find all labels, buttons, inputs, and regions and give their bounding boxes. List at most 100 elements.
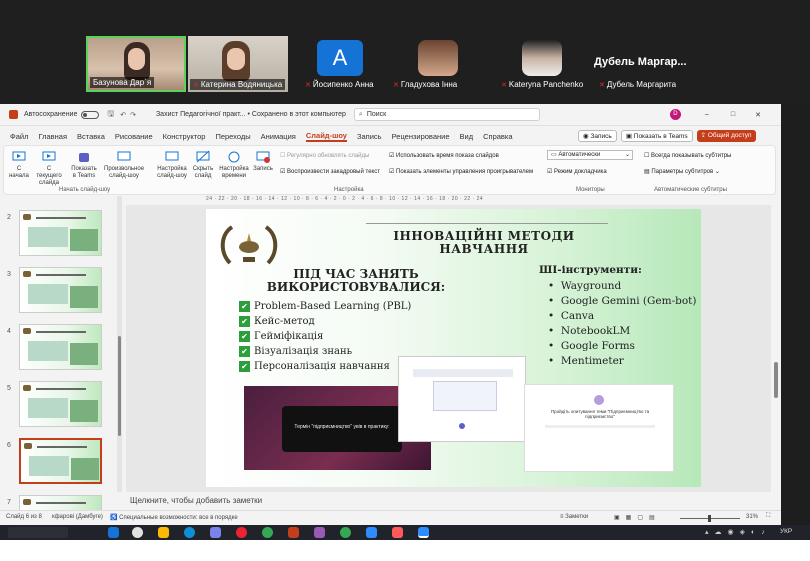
close-icon[interactable]: ✕	[755, 111, 761, 119]
setup-show-button[interactable]: Настройка слайд-шоу	[156, 150, 188, 180]
method-item: ✔ Персоналізація навчання	[239, 359, 411, 374]
hide-slide-button[interactable]: Скрыть слайд	[191, 150, 215, 180]
teams-button[interactable]: ▣ Показать в Teams	[620, 130, 693, 142]
tab-2[interactable]: Вставка	[77, 132, 105, 141]
notes-pane[interactable]: Щелкните, чтобы добавить заметки	[126, 492, 771, 510]
checkbox-timings[interactable]: ☑ Использовать время показа слайдов	[389, 152, 499, 159]
slideshow-start-icon	[12, 151, 26, 161]
scroll-thumb[interactable]	[118, 336, 121, 436]
checkbox-narration[interactable]: ☑ Воспроизвести закадровый текст	[280, 168, 380, 175]
slide-thumbnail[interactable]	[19, 324, 102, 370]
option-label: Параметры субтитров	[651, 169, 714, 175]
participant-tile[interactable]: ✕ Kateryna Panchenko	[496, 36, 592, 92]
widgets-icon[interactable]	[132, 527, 143, 538]
start-icon[interactable]	[108, 527, 119, 538]
zoom-slider-handle[interactable]	[708, 515, 711, 522]
search-box[interactable]: ⌕ Поиск	[353, 108, 540, 121]
method-item: ✔ Гейміфікація	[239, 329, 411, 344]
notes-toggle[interactable]: ≡ Заметки	[560, 514, 588, 520]
zoom-icon[interactable]	[366, 527, 377, 538]
file-explorer-icon[interactable]	[158, 527, 169, 538]
chrome-icon-2[interactable]	[340, 527, 351, 538]
autosave-toggle[interactable]	[81, 110, 100, 119]
option-label: Показать элементы управления проигрывате…	[396, 169, 534, 175]
language-indicator[interactable]: УКР	[780, 528, 792, 535]
custom-show-button[interactable]: Произвольное слайд-шоу	[104, 150, 144, 180]
participant-tile[interactable]: A ✕ Йосипенко Анна	[300, 36, 380, 92]
checkbox-subtitles[interactable]: ☐ Всегда показывать субтитры	[644, 152, 731, 159]
view-buttons[interactable]: ▣▦▢▤	[614, 514, 661, 521]
bullet-icon: •	[548, 340, 561, 352]
accessibility-status[interactable]: ♿ Специальные возможности: все в порядке	[110, 514, 238, 521]
tab-0[interactable]: Файл	[10, 132, 28, 141]
tray-icons[interactable]: ▴☁◉◈◐♪	[705, 528, 771, 536]
method-label: Персоналізація навчання	[254, 361, 390, 372]
checkmark-icon: ✔	[239, 301, 250, 312]
participant-tile[interactable]: ✕ Гладухова Інна	[388, 36, 488, 92]
app-icon[interactable]	[392, 527, 403, 538]
checkbox-presenter-view[interactable]: ☑ Режим докладчика	[547, 168, 607, 175]
zoom-active-icon[interactable]	[418, 527, 429, 538]
undo-icon[interactable]: ↶	[120, 111, 126, 119]
slide-thumbnail[interactable]	[19, 210, 102, 256]
tab-10[interactable]: Вид	[460, 132, 474, 141]
checkbox-media-controls[interactable]: ☑ Показать элементы управления проигрыва…	[389, 168, 533, 175]
ribbon-actions: ◉ Запись ▣ Показать в Teams ⇪ Общий дост…	[578, 130, 756, 142]
document-title[interactable]: Захист Педагогічної практ... • Сохранено…	[156, 111, 346, 118]
from-current-button[interactable]: С текущего слайда	[34, 150, 64, 187]
tab-8[interactable]: Запись	[357, 132, 382, 141]
record-slide-button[interactable]: Запись	[252, 150, 274, 173]
tab-6[interactable]: Анимация	[261, 132, 296, 141]
viber-icon[interactable]	[314, 527, 325, 538]
screenshot-quiz-editor	[398, 356, 526, 442]
participant-tile[interactable]: Дубель Маргар... ✕ Дубель Маргарита	[594, 36, 704, 92]
editor-scrollbar[interactable]	[771, 196, 781, 492]
restore-icon[interactable]: □	[731, 111, 735, 118]
zoom-level[interactable]: 31%	[746, 514, 758, 520]
powerpoint-icon[interactable]	[288, 527, 299, 538]
slide-thumbnail[interactable]	[19, 438, 102, 484]
scroll-thumb[interactable]	[774, 362, 778, 398]
monitor-select[interactable]: ▭ Автоматически ⌄	[547, 150, 633, 160]
subtitle-settings-button[interactable]: ▤ Параметры субтитров ⌄	[644, 168, 720, 175]
share-button[interactable]: ⇪ Общий доступ	[696, 130, 756, 142]
save-icon[interactable]: 🖫	[107, 108, 114, 122]
slide-thumbnail[interactable]	[19, 381, 102, 427]
record-button[interactable]: ◉ Запись	[578, 130, 617, 142]
checkbox-refresh[interactable]: ☐ Регулярно обновлять слайды	[280, 152, 369, 159]
tab-3[interactable]: Рисование	[115, 132, 153, 141]
thumbnail-scrollbar[interactable]	[117, 196, 122, 492]
option-label: Всегда показывать субтитры	[651, 153, 732, 159]
minimize-icon[interactable]: –	[705, 111, 709, 118]
tab-7[interactable]: Слайд-шоу	[305, 131, 347, 142]
tab-5[interactable]: Переходы	[215, 132, 250, 141]
chrome-icon[interactable]	[262, 527, 273, 538]
current-slide[interactable]: ІННОВАЦІЙНІ МЕТОДИ НАВЧАННЯ ПІД ЧАС ЗАНЯ…	[206, 209, 701, 487]
university-emblem-icon	[220, 225, 278, 265]
method-label: Візуалізація знань	[254, 346, 353, 357]
slide-title-line2: НАВЧАННЯ	[439, 242, 529, 256]
taskbar-search[interactable]	[8, 527, 68, 538]
user-avatar[interactable]: D	[669, 109, 681, 120]
checkmark-icon: ✔	[239, 346, 250, 357]
notes-label: Заметки	[565, 514, 589, 520]
slide-subtitle-line2: ВИКОРИСТОВУВАЛИСЯ:	[266, 280, 446, 294]
from-beginning-button[interactable]: С начала	[8, 150, 30, 180]
edge-icon[interactable]	[184, 527, 195, 538]
tab-1[interactable]: Главная	[38, 132, 67, 141]
quiz-cards	[433, 381, 497, 411]
present-in-teams-button[interactable]: Показать в Teams	[69, 150, 99, 180]
tab-11[interactable]: Справка	[483, 132, 512, 141]
tab-9[interactable]: Рецензирование	[392, 132, 450, 141]
opera-icon[interactable]	[236, 527, 247, 538]
fit-slide-icon[interactable]: ⛶	[766, 513, 770, 520]
rehearse-timings-button[interactable]: Настройка времени	[219, 150, 249, 180]
redo-icon[interactable]: ↷	[130, 111, 136, 119]
teams-icon[interactable]	[210, 527, 221, 538]
participant-tile[interactable]: Базунова Дар`я	[86, 36, 186, 92]
tab-4[interactable]: Конструктор	[163, 132, 206, 141]
slide-thumbnail[interactable]	[19, 267, 102, 313]
methods-list: ✔ Problem-Based Learning (PBL) ✔ Кейс-метод…	[239, 299, 411, 374]
participant-tile[interactable]: ✕ Катерина Водяницька	[188, 36, 288, 92]
method-item: ✔ Кейс-метод	[239, 314, 411, 329]
